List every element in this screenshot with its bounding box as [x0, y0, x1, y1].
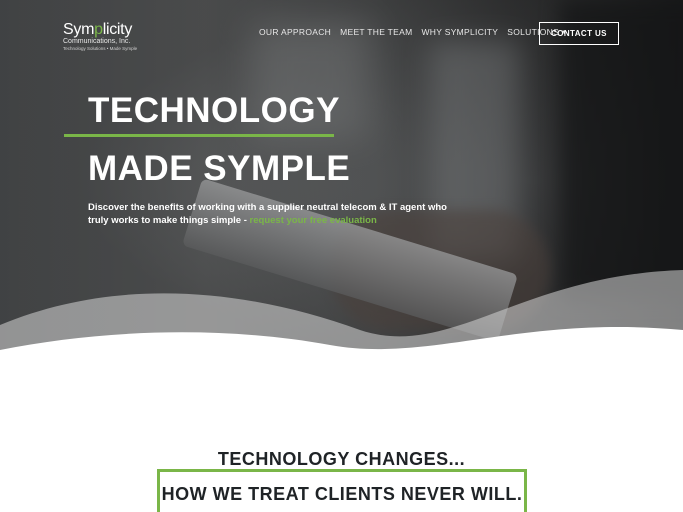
- nav-item-why-symplicity[interactable]: WHY SYMPLICITY: [421, 27, 498, 39]
- boxed-statement: HOW WE TREAT CLIENTS NEVER WILL.: [157, 469, 527, 512]
- logo-wordmark: Symplicity: [63, 21, 133, 38]
- company-logo[interactable]: Symplicity Communications, Inc. Technolo…: [63, 22, 143, 56]
- section-title: TECHNOLOGY CHANGES...: [217, 449, 466, 469]
- hero-section: [0, 0, 683, 400]
- hero-wave-divider: [0, 270, 683, 400]
- nav-item-our-approach[interactable]: OUR APPROACH: [259, 27, 331, 39]
- nav-item-meet-the-team[interactable]: MEET THE TEAM: [340, 27, 412, 39]
- hero-headline-line1: TECHNOLOGY: [88, 91, 340, 130]
- hero-divider: [64, 134, 334, 137]
- hero-headline-line2: MADE SYMPLE: [88, 149, 351, 188]
- logo-company-name: Communications, Inc.: [63, 38, 131, 45]
- contact-us-button[interactable]: CONTACT US: [539, 22, 619, 45]
- boxed-statement-text: HOW WE TREAT CLIENTS NEVER WILL.: [161, 484, 523, 504]
- main-navigation: OUR APPROACH MEET THE TEAM WHY SYMPLICIT…: [259, 27, 567, 39]
- free-evaluation-link[interactable]: request your free evaluation: [250, 215, 377, 226]
- hero-subcopy: Discover the benefits of working with a …: [88, 201, 458, 227]
- logo-tagline: Technology Solutions • Made Symple: [63, 46, 138, 51]
